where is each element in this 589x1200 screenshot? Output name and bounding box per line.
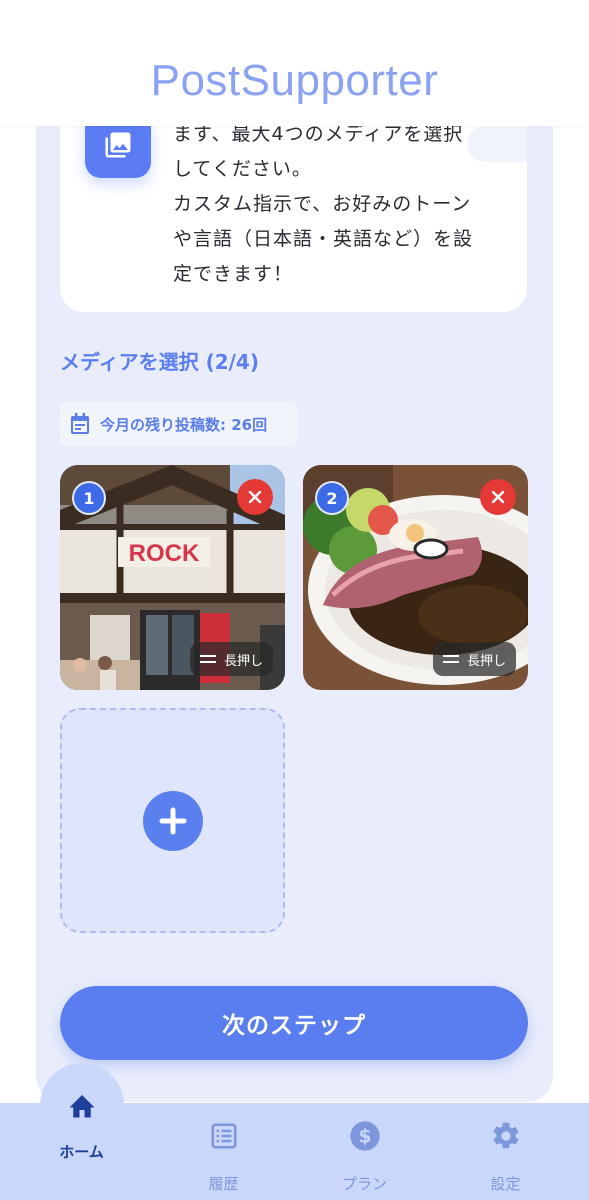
svg-text:ROCK: ROCK <box>129 540 200 567</box>
quota-chip: 今月の残り投稿数: 26回 <box>60 402 298 446</box>
info-description: ます、最大4つのメディアを選択 してください。 カスタム指示で、お好みのトーン … <box>173 117 503 292</box>
calendar-icon <box>71 413 89 434</box>
drag-label: 長押し <box>223 653 263 669</box>
gear-icon <box>493 1122 518 1149</box>
info-line: や言語（日本語・英語など）を設 <box>173 228 474 250</box>
info-line: カスタム指示で、お好みのトーン <box>173 193 472 215</box>
media-number-badge: 2 <box>315 481 349 515</box>
close-icon <box>491 490 505 504</box>
home-icon <box>69 1095 94 1118</box>
app-title: PostSupporter <box>150 56 439 105</box>
media-number-badge: 1 <box>72 481 106 515</box>
drag-lines-icon <box>442 655 459 663</box>
quota-text: 今月の残り投稿数: 26回 <box>100 415 268 434</box>
add-media-button[interactable] <box>60 708 285 933</box>
next-step-button[interactable]: 次のステップ <box>60 986 528 1060</box>
close-icon <box>248 490 262 504</box>
info-line: 定できます！ <box>173 263 294 285</box>
plus-icon <box>142 790 203 851</box>
list-icon <box>211 1123 236 1149</box>
tab-label: 履歴 <box>208 1175 239 1193</box>
drag-lines-icon <box>199 655 216 663</box>
drag-label: 長押し <box>466 653 506 669</box>
media-item-2[interactable]: 2 長押し <box>303 465 528 690</box>
dollar-icon: $ <box>349 1121 380 1151</box>
tab-plan[interactable]: $ プラン <box>291 1103 438 1200</box>
tab-label: 設定 <box>490 1175 521 1193</box>
tab-home[interactable]: ホーム <box>8 1063 155 1200</box>
tab-label: プラン <box>341 1175 387 1193</box>
tab-label: ホーム <box>59 1143 104 1161</box>
media-item-1[interactable]: ROCK 1 長押し <box>60 465 285 690</box>
drag-handle[interactable]: 長押し <box>189 642 273 676</box>
tab-history[interactable]: 履歴 <box>150 1103 297 1200</box>
drag-handle[interactable]: 長押し <box>432 642 516 676</box>
app-header: PostSupporter <box>0 0 589 126</box>
remove-media-button[interactable] <box>237 479 273 515</box>
info-line: してください。 <box>173 158 312 180</box>
tab-settings[interactable]: 設定 <box>432 1103 579 1200</box>
remove-media-button[interactable] <box>480 479 516 515</box>
media-section-title: メディアを選択 (2/4) <box>60 350 259 374</box>
svg-text:$: $ <box>358 1127 371 1148</box>
